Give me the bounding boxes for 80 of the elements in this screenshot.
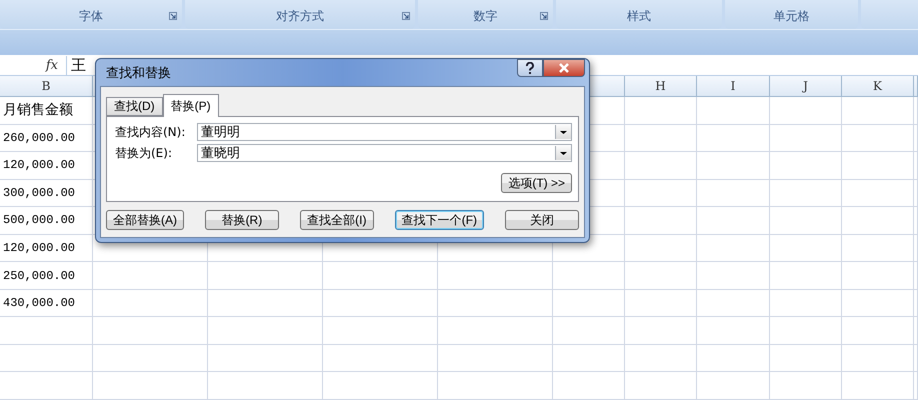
table-cell — [770, 96, 842, 125]
column-header[interactable]: I — [697, 76, 770, 97]
table-cell — [770, 290, 842, 318]
table-cell — [553, 290, 625, 318]
group-label: 对齐方式 — [276, 8, 324, 24]
tab[interactable]: 查找(D) — [106, 97, 163, 116]
table-cell: 120,000.00 — [0, 234, 93, 262]
table-cell: 300,000.00 — [0, 180, 93, 208]
options-button[interactable]: 选项(T) >> — [501, 173, 572, 193]
table-cell — [842, 372, 914, 400]
table-cell: 260,000.00 — [0, 124, 93, 152]
table-cell — [842, 234, 914, 262]
group-label: 单元格 — [774, 8, 810, 24]
window-title: 查找和替换 — [105, 64, 171, 82]
table-cell — [842, 344, 914, 372]
table-cell — [553, 317, 625, 345]
table-cell — [770, 234, 842, 262]
table-cell — [625, 317, 697, 345]
table-cell — [625, 372, 697, 400]
table-cell — [625, 124, 697, 152]
field-label: 替换为(E): — [115, 144, 173, 162]
table-cell: 250,000.00 — [0, 262, 93, 290]
table-cell — [770, 180, 842, 208]
table-cell: 430,000.00 — [0, 290, 93, 318]
table-cell — [625, 262, 697, 290]
dropdown-icon[interactable] — [555, 146, 571, 160]
help-icon — [525, 62, 535, 74]
table-cell — [770, 262, 842, 290]
group-label: 字体 — [79, 8, 103, 24]
table-cell — [770, 152, 842, 180]
column-header[interactable]: B — [0, 76, 93, 97]
column-header[interactable]: H — [625, 76, 697, 97]
dropdown-icon[interactable] — [555, 125, 571, 139]
table-cell — [553, 372, 625, 400]
table-cell — [770, 207, 842, 235]
dialog-button[interactable]: 全部替换(A) — [106, 210, 184, 230]
table-cell — [770, 344, 842, 372]
table-cell — [625, 234, 697, 262]
table-cell — [842, 124, 914, 152]
dialog-launcher-icon[interactable] — [169, 12, 177, 20]
table-cell — [842, 317, 914, 345]
dialog-launcher-icon[interactable] — [402, 12, 410, 20]
table-cell — [625, 290, 697, 318]
table-cell: 月销售金额 — [0, 96, 93, 125]
table-cell — [625, 207, 697, 235]
table-cell — [842, 207, 914, 235]
tab[interactable]: 替换(P) — [162, 94, 219, 117]
table-cell — [553, 344, 625, 372]
function-button[interactable]: fx — [0, 58, 66, 73]
help-button[interactable] — [517, 59, 543, 77]
table-cell — [625, 96, 697, 125]
close-button[interactable] — [543, 59, 585, 77]
table-cell: 500,000.00 — [0, 207, 93, 235]
table-cell — [625, 180, 697, 208]
table-cell — [625, 344, 697, 372]
dialog-button[interactable]: 替换(R) — [204, 210, 279, 230]
combo-field[interactable]: 董明明 — [197, 123, 572, 141]
table-cell — [842, 96, 914, 125]
table-cell — [842, 262, 914, 290]
table-cell — [842, 152, 914, 180]
table-cell — [553, 262, 625, 290]
dialog-button[interactable]: 查找全部(I) — [300, 210, 374, 230]
table-cell — [625, 152, 697, 180]
table-cell: 120,000.00 — [0, 152, 93, 180]
column-header[interactable]: K — [842, 76, 914, 97]
dialog-button[interactable]: 查找下一个(F) — [394, 210, 484, 230]
table-cell — [770, 317, 842, 345]
dialog-button[interactable]: 关闭 — [504, 210, 579, 230]
combo-field[interactable]: 董晓明 — [197, 144, 572, 162]
close-icon — [558, 63, 570, 73]
field-label: 查找内容(N): — [115, 124, 186, 140]
table-cell — [770, 372, 842, 400]
table-cell — [842, 290, 914, 318]
column-header[interactable]: J — [770, 76, 842, 97]
formula-value: 王 — [66, 56, 86, 75]
dialog-launcher-icon[interactable] — [540, 12, 548, 20]
group-label: 数字 — [474, 8, 498, 24]
group-label: 样式 — [627, 8, 651, 24]
table-cell — [842, 180, 914, 208]
table-cell — [770, 124, 842, 152]
